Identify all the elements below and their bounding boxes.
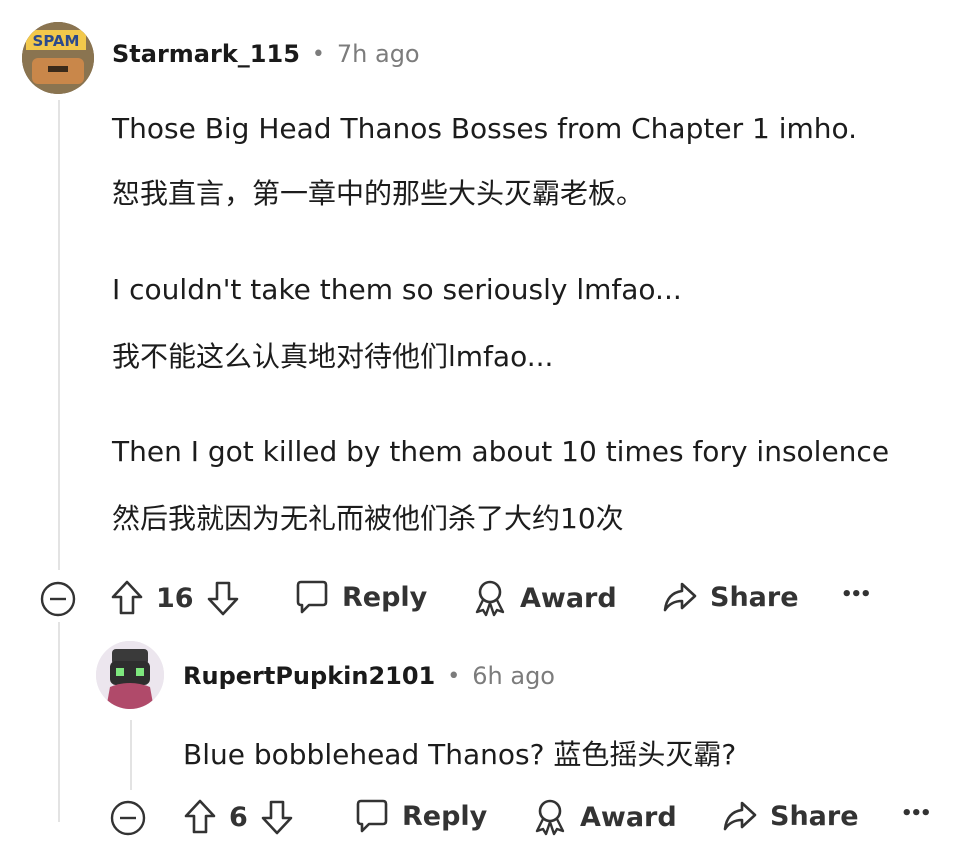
comment-line: 然后我就因为无礼而被他们杀了大约10次 xyxy=(112,502,624,535)
award-icon xyxy=(472,579,508,617)
comment-line: 恕我直言，第一章中的那些大头灭霸老板。 xyxy=(112,177,645,210)
award-button[interactable]: Award xyxy=(472,579,617,617)
share-label: Share xyxy=(710,581,799,613)
award-label: Award xyxy=(520,582,617,614)
vote-group: 16 xyxy=(110,579,240,617)
upvote-icon[interactable] xyxy=(110,579,144,617)
award-icon xyxy=(532,798,568,836)
thread-line xyxy=(130,720,132,790)
avatar-image: SPAM xyxy=(22,22,94,94)
share-label: Share xyxy=(770,800,859,832)
award-button[interactable]: Award xyxy=(532,798,677,836)
thread-line xyxy=(58,100,60,570)
more-options-button[interactable]: ••• xyxy=(841,584,871,605)
comment-line: Blue bobblehead Thanos? 蓝色摇头灭霸? xyxy=(183,738,737,771)
meta-separator: • xyxy=(311,41,325,67)
avatar[interactable] xyxy=(96,641,164,709)
share-arrow-icon xyxy=(662,579,698,615)
collapse-icon[interactable] xyxy=(110,800,146,836)
comment-header: Starmark_115 • 7h ago xyxy=(112,40,420,68)
downvote-icon[interactable] xyxy=(260,798,294,836)
speech-bubble-icon xyxy=(354,798,390,834)
comment-line: Those Big Head Thanos Bosses from Chapte… xyxy=(112,112,858,145)
reply-button[interactable]: Reply xyxy=(354,798,487,834)
comment-header: RupertPupkin2101 • 6h ago xyxy=(183,662,555,690)
downvote-icon[interactable] xyxy=(206,579,240,617)
share-button[interactable]: Share xyxy=(722,798,859,834)
more-options-button[interactable]: ••• xyxy=(901,803,931,824)
vote-count: 16 xyxy=(156,582,194,614)
thread-line xyxy=(58,622,60,822)
reply-label: Reply xyxy=(402,800,488,832)
reply-button[interactable]: Reply xyxy=(294,579,427,615)
avatar-image xyxy=(96,641,164,709)
username[interactable]: RupertPupkin2101 xyxy=(183,662,435,690)
upvote-icon[interactable] xyxy=(183,798,217,836)
username[interactable]: Starmark_115 xyxy=(112,40,300,68)
share-button[interactable]: Share xyxy=(662,579,799,615)
avatar[interactable]: SPAM xyxy=(22,22,94,94)
share-arrow-icon xyxy=(722,798,758,834)
speech-bubble-icon xyxy=(294,579,330,615)
comment-line: I couldn't take them so seriously lmfao.… xyxy=(112,273,682,306)
reply-label: Reply xyxy=(342,581,428,613)
vote-count: 6 xyxy=(229,801,248,833)
comment-line: Then I got killed by them about 10 times… xyxy=(112,435,890,468)
avatar-label: SPAM xyxy=(33,32,80,50)
meta-separator: • xyxy=(447,663,461,689)
timestamp[interactable]: 7h ago xyxy=(337,40,420,68)
timestamp[interactable]: 6h ago xyxy=(472,662,555,690)
collapse-icon[interactable] xyxy=(40,581,76,617)
comment-line: 我不能这么认真地对待他们lmfao... xyxy=(112,340,554,373)
award-label: Award xyxy=(580,801,677,833)
vote-group: 6 xyxy=(183,798,294,836)
